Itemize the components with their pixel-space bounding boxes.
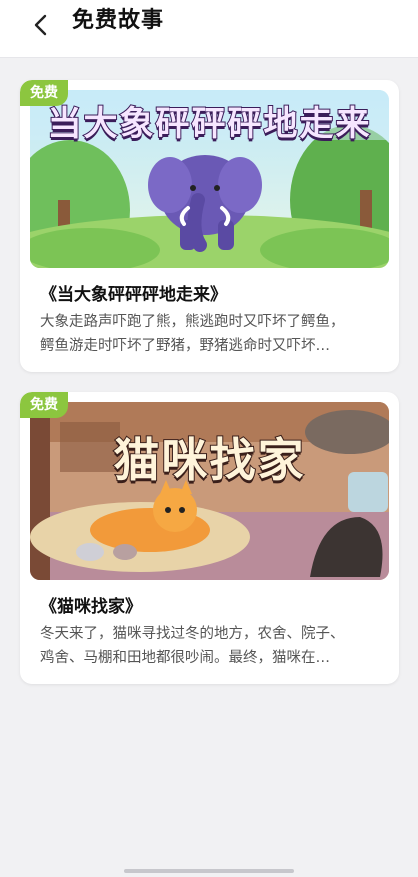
story-card-cat[interactable]: 猫咪找家 免费 《猫咪找家》 冬天来了，猫咪寻找过冬的地方，农舍、院子、 鸡舍、… [20,392,399,684]
story-description-line: 大象走路声吓跑了熊，熊逃跑时又吓坏了鳄鱼， [40,314,345,330]
cover-title: 当大象砰砰砰地走来 [47,103,372,145]
story-description-line: 鸡舍、马棚和田地都很吵闹。最终，猫咪在… [40,650,330,666]
story-description: 冬天来了，猫咪寻找过冬的地方，农舍、院子、 鸡舍、马棚和田地都很吵闹。最终，猫咪… [40,622,385,670]
story-cover-image[interactable]: 猫咪找家 [30,402,389,580]
story-description: 大象走路声吓跑了熊，熊逃跑时又吓坏了鳄鱼， 鳄鱼游走时吓坏了野猪，野猪逃命时又吓… [40,310,385,358]
free-badge: 免费 [20,80,68,106]
story-description-line: 鳄鱼游走时吓坏了野猪，野猪逃命时又吓坏… [40,338,330,354]
story-cover-image[interactable]: 当大象砰砰砰地走来 [30,90,389,268]
free-badge: 免费 [20,392,68,418]
home-indicator [124,869,294,873]
story-title[interactable]: 《当大象砰砰砰地走来》 [40,283,227,307]
story-title[interactable]: 《猫咪找家》 [40,595,142,619]
story-description-line: 冬天来了，猫咪寻找过冬的地方，农舍、院子、 [40,626,345,642]
back-button[interactable] [24,8,58,42]
page-title: 免费故事 [72,8,165,33]
cover-title: 猫咪找家 [113,432,306,488]
chevron-left-icon [34,14,47,36]
story-card-elephant[interactable]: 当大象砰砰砰地走来 免费 《当大象砰砰砰地走来》 大象走路声吓跑了熊，熊逃跑时又… [20,80,399,372]
top-bar: 免费故事 [0,0,418,58]
